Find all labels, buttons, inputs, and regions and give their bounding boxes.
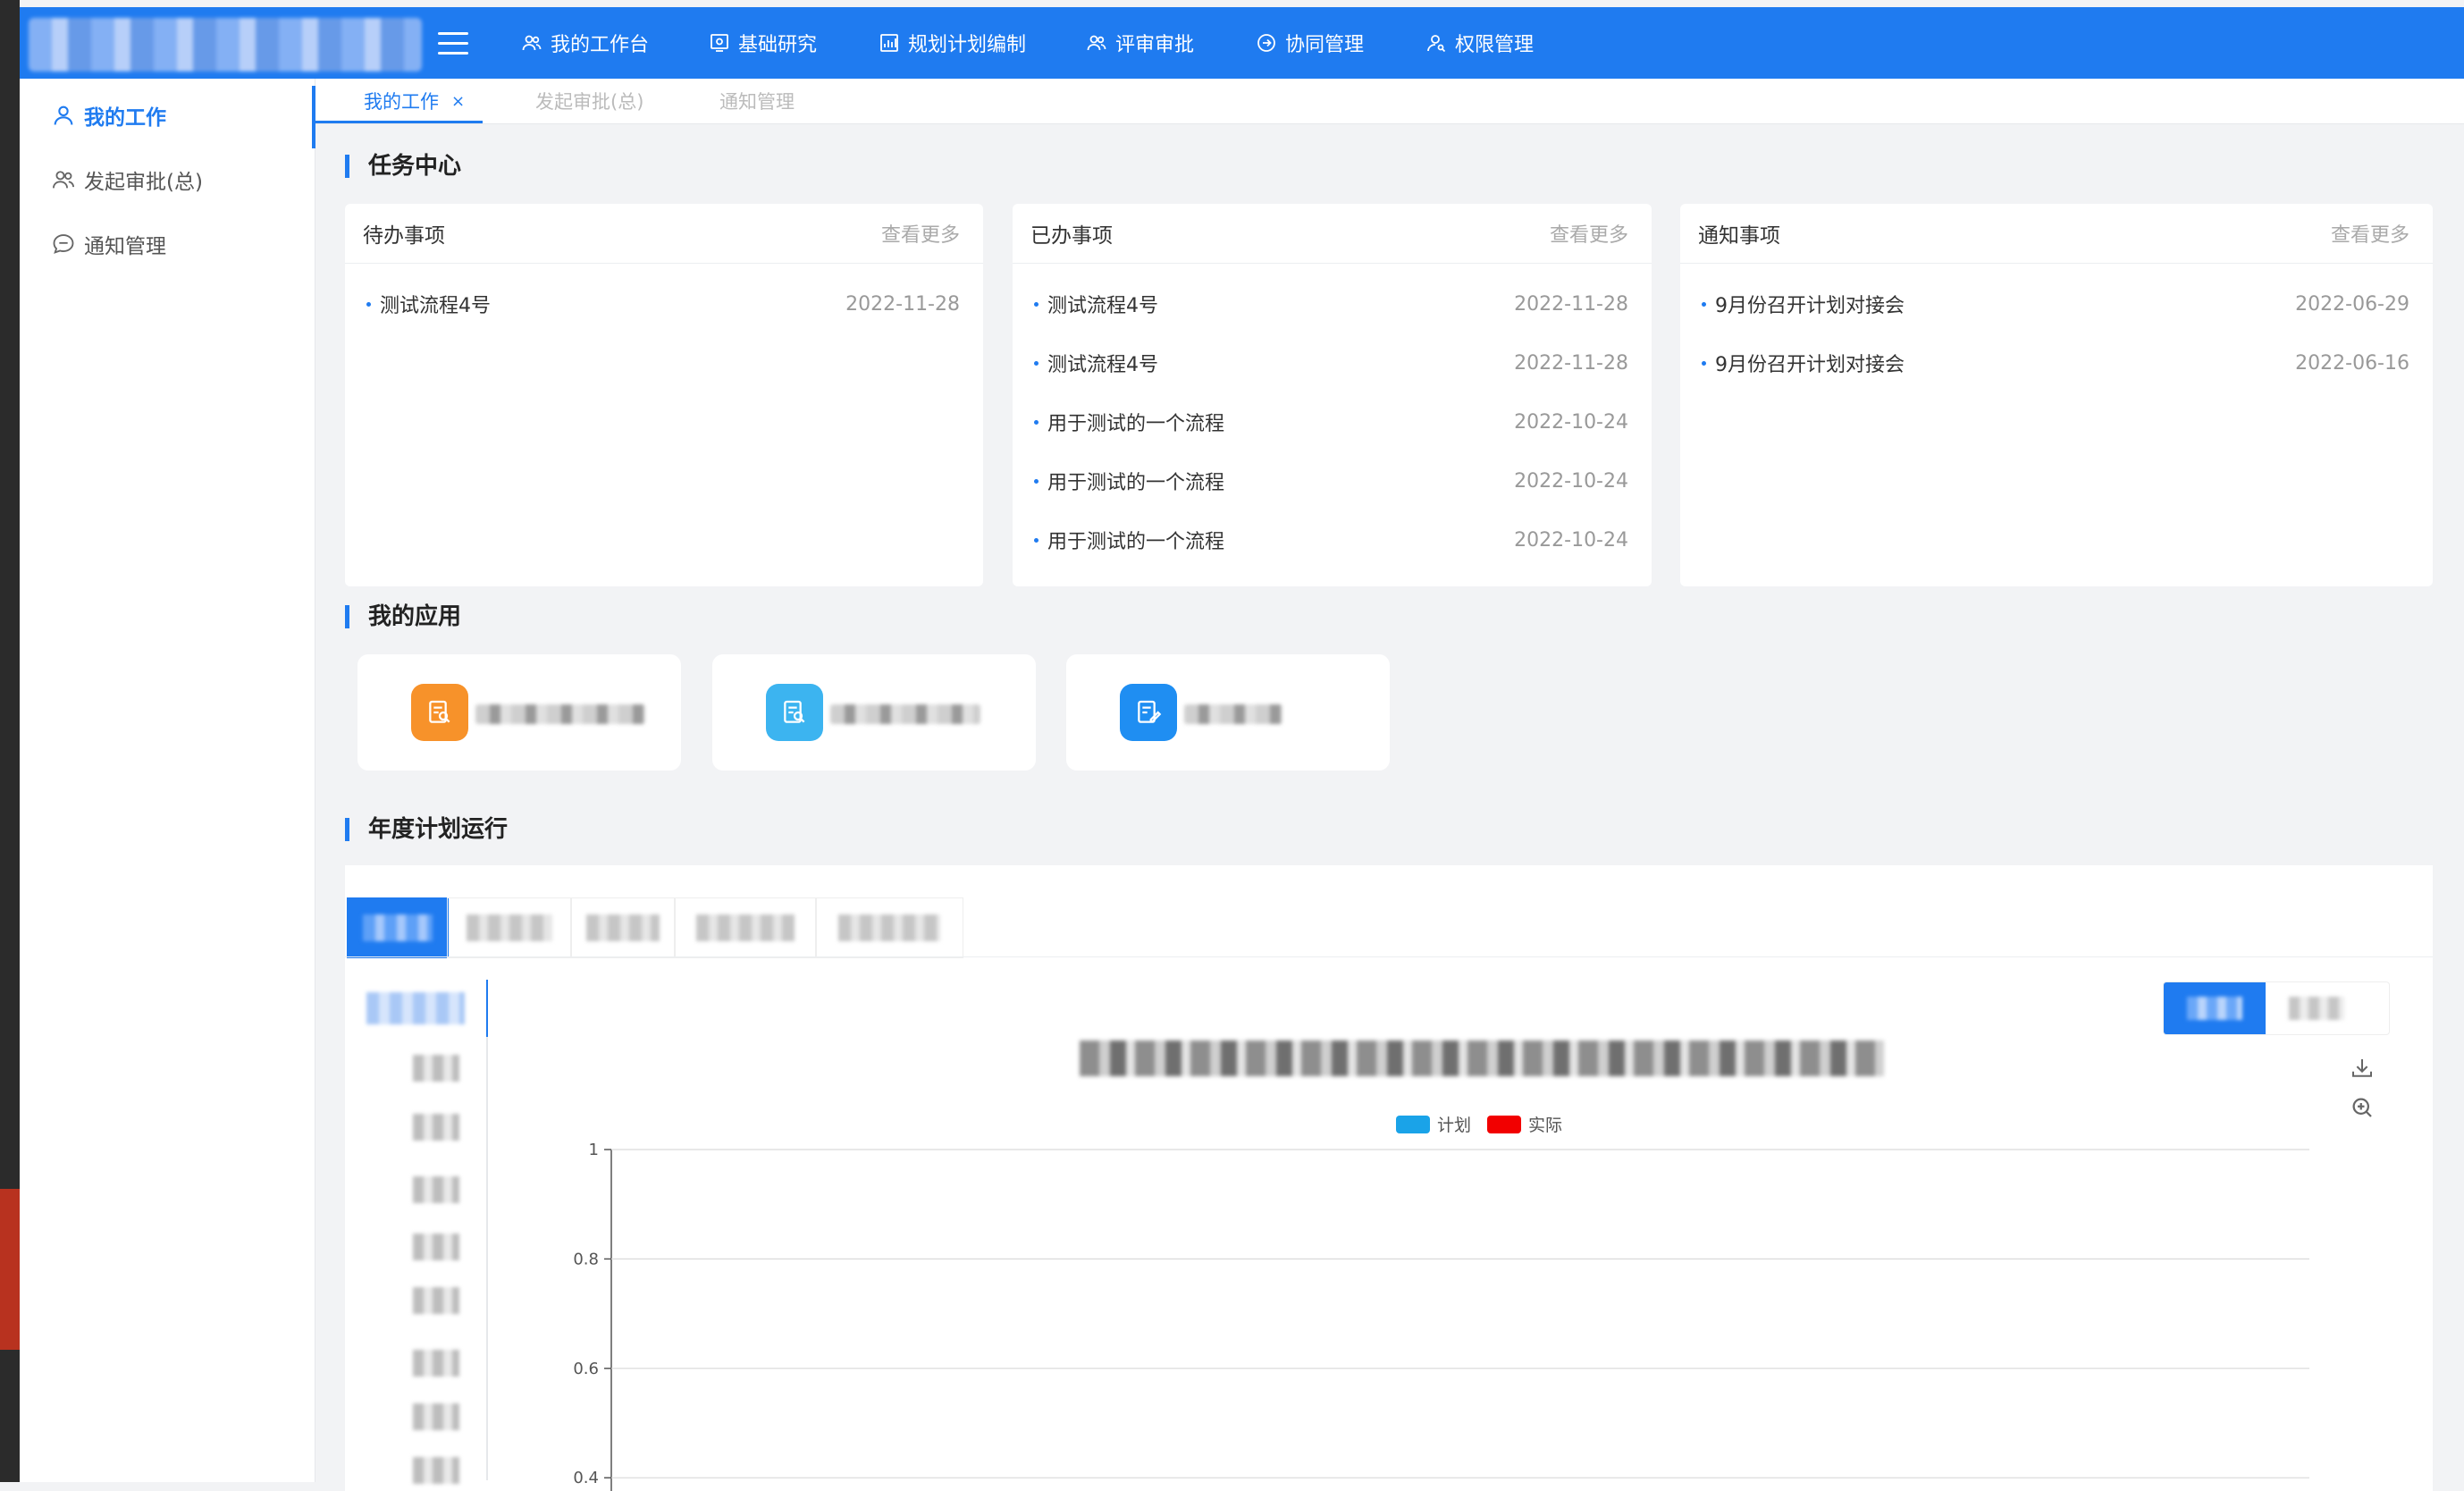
list-item[interactable]: 9月份召开计划对接会 2022-06-16 <box>1680 333 2433 392</box>
y-tick-label: 0.6 <box>573 1360 599 1378</box>
card-title: 通知事项 <box>1698 224 1780 248</box>
nav-item-label: 基础研究 <box>738 34 818 56</box>
list-item[interactable]: 用于测试的一个流程 2022-10-24 <box>1013 451 1652 510</box>
view-more-link[interactable]: 查看更多 <box>881 219 960 248</box>
view-more-link[interactable]: 查看更多 <box>2331 219 2409 248</box>
sidebar-item-label: 通知管理 <box>84 235 166 258</box>
item-name: 9月份召开计划对接会 <box>1715 295 1905 317</box>
card-done: 已办事项 查看更多 测试流程4号 2022-11-28 测试流程4号 2022-11… <box>1013 204 1652 586</box>
close-icon[interactable]: × <box>451 92 465 111</box>
nav-item-planning[interactable]: 规划计划编制 <box>878 7 1026 79</box>
item-name: 测试流程4号 <box>1047 354 1158 376</box>
card-todo: 待办事项 查看更多 测试流程4号 2022-11-28 <box>345 204 983 586</box>
sidebar-item-launch-approval[interactable]: 发起审批(总) <box>20 150 315 209</box>
list-item[interactable]: 9月份召开计划对接会 2022-06-29 <box>1680 274 2433 333</box>
users-icon <box>50 166 77 193</box>
item-date: 2022-10-24 <box>1514 410 1628 434</box>
nav-item-permissions[interactable]: 权限管理 <box>1425 7 1534 79</box>
section-title-my-apps: 我的应用 <box>345 602 461 631</box>
app-logo <box>29 18 422 72</box>
nav-item-label: 权限管理 <box>1455 34 1535 56</box>
tab-my-work[interactable]: 我的工作 × <box>315 79 484 123</box>
user-key-icon <box>1425 31 1448 55</box>
app-tile[interactable] <box>357 654 681 771</box>
item-date: 2022-10-24 <box>1514 469 1628 493</box>
app-name-blurred <box>830 704 980 724</box>
nav-item-review[interactable]: 评审审批 <box>1085 7 1194 79</box>
item-date: 2022-06-16 <box>2295 351 2409 375</box>
nav-item-collaboration[interactable]: 协同管理 <box>1255 7 1364 79</box>
card-title: 待办事项 <box>363 224 445 248</box>
bar-chart-icon <box>878 31 901 55</box>
nav-item-basic-research[interactable]: 基础研究 <box>708 7 817 79</box>
list-item[interactable]: 用于测试的一个流程 2022-10-24 <box>1013 510 1652 569</box>
y-tick-label: 0.8 <box>573 1250 599 1268</box>
app-tile[interactable] <box>712 654 1036 771</box>
sidebar-item-label: 发起审批(总) <box>84 171 203 194</box>
item-name: 用于测试的一个流程 <box>1047 472 1225 494</box>
chart-plot: 1 0.8 0.6 0.4 <box>573 1141 2309 1491</box>
section-title-annual-plan: 年度计划运行 <box>345 815 508 844</box>
monitor-icon <box>708 31 731 55</box>
tab-bar: 我的工作 × 发起审批(总) 通知管理 <box>315 79 2464 124</box>
app-name-blurred <box>1184 704 1282 724</box>
sidebar: 我的工作 发起审批(总) 通知管理 <box>20 79 315 1482</box>
y-tick-label: 1 <box>589 1141 599 1159</box>
sidebar-item-my-work[interactable]: 我的工作 <box>20 86 315 148</box>
item-name: 测试流程4号 <box>380 295 491 317</box>
document-search-icon <box>766 684 823 741</box>
tab-label: 我的工作 <box>364 91 439 113</box>
circle-arrow-icon <box>1255 31 1278 55</box>
list-item[interactable]: 测试流程4号 2022-11-28 <box>1013 274 1652 333</box>
annual-plan-panel: 计划 实际 1 0.8 0.6 0.4 <box>345 865 2433 1491</box>
app-name-blurred <box>475 704 645 724</box>
users-icon <box>520 31 543 55</box>
item-name: 测试流程4号 <box>1047 295 1158 317</box>
card-notice: 通知事项 查看更多 9月份召开计划对接会 2022-06-29 9月份召开计划对接… <box>1680 204 2433 586</box>
item-date: 2022-06-29 <box>2295 292 2409 316</box>
item-date: 2022-11-28 <box>1514 292 1628 316</box>
sidebar-item-label: 我的工作 <box>84 106 166 130</box>
nav-item-label: 协同管理 <box>1285 34 1365 56</box>
top-navbar: 我的工作台 基础研究 规划计划编制 评审审批 协同管理 权限管理 <box>20 7 2464 79</box>
tab-launch-approval[interactable]: 发起审批(总) <box>535 79 643 123</box>
item-name: 用于测试的一个流程 <box>1047 413 1225 435</box>
y-tick-label: 0.4 <box>573 1469 599 1487</box>
tab-label: 发起审批(总) <box>535 91 644 113</box>
list-item[interactable]: 测试流程4号 2022-11-28 <box>345 274 983 333</box>
card-title: 已办事项 <box>1030 224 1113 248</box>
nav-item-label: 评审审批 <box>1115 34 1195 56</box>
app-tile[interactable] <box>1066 654 1390 771</box>
item-date: 2022-11-28 <box>845 292 960 316</box>
section-title-task-center: 任务中心 <box>345 152 461 181</box>
tab-label: 通知管理 <box>719 91 795 113</box>
menu-toggle-icon[interactable] <box>438 32 468 55</box>
users-icon <box>1085 31 1108 55</box>
document-edit-icon <box>1120 684 1177 741</box>
sidebar-item-notification[interactable]: 通知管理 <box>20 215 315 274</box>
desktop-edge <box>0 0 20 1482</box>
nav-item-label: 我的工作台 <box>551 34 650 56</box>
list-item[interactable]: 用于测试的一个流程 2022-10-24 <box>1013 392 1652 451</box>
user-icon <box>50 102 77 129</box>
nav-item-workbench[interactable]: 我的工作台 <box>520 7 649 79</box>
view-more-link[interactable]: 查看更多 <box>1550 219 1628 248</box>
list-item[interactable]: 测试流程4号 2022-11-28 <box>1013 333 1652 392</box>
item-name: 9月份召开计划对接会 <box>1715 354 1905 376</box>
item-name: 用于测试的一个流程 <box>1047 531 1225 553</box>
item-date: 2022-11-28 <box>1514 351 1628 375</box>
message-icon <box>50 231 77 257</box>
item-date: 2022-10-24 <box>1514 528 1628 552</box>
document-search-icon <box>411 684 468 741</box>
nav-item-label: 规划计划编制 <box>908 34 1027 56</box>
tab-notification[interactable]: 通知管理 <box>719 79 795 123</box>
